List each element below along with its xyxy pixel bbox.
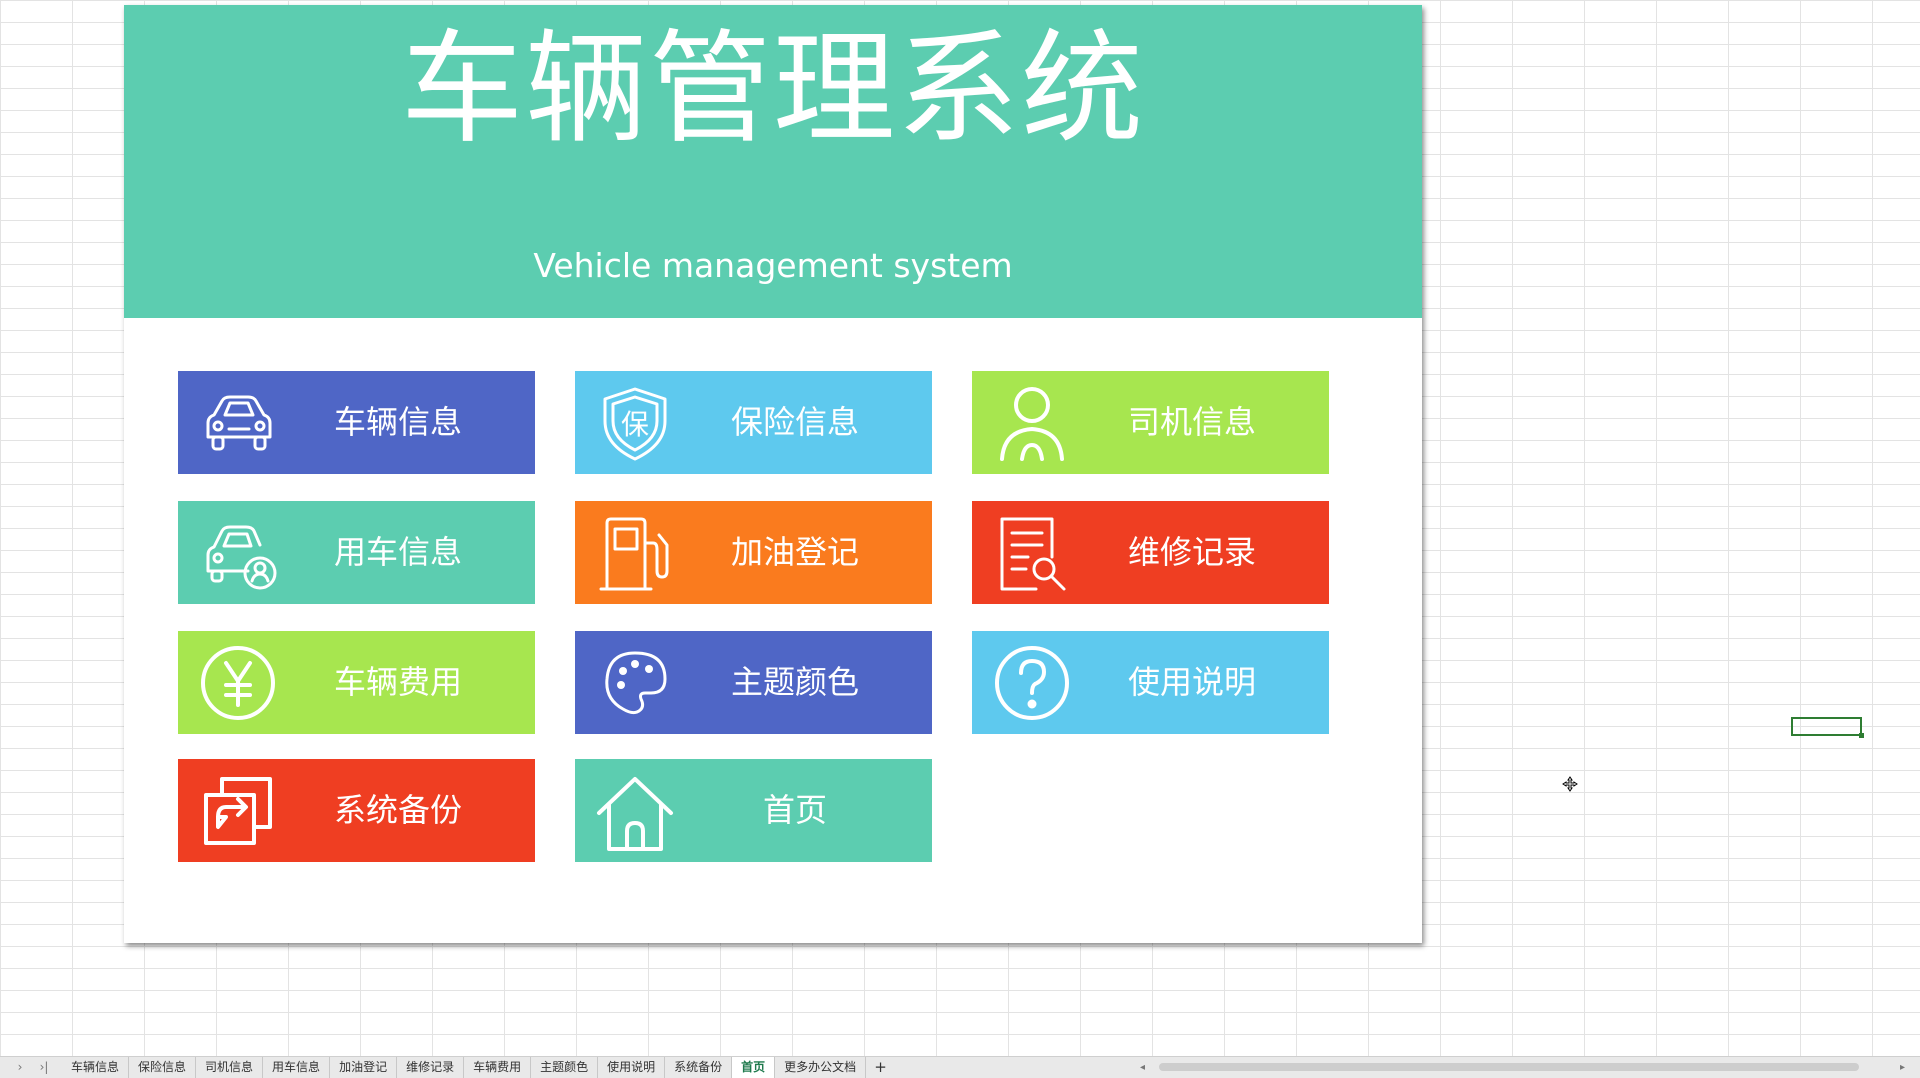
home-icon — [595, 771, 675, 851]
help-question-icon — [992, 643, 1072, 723]
theme-color-button[interactable]: 主题颜色 — [575, 631, 932, 734]
insurance-info-button[interactable]: 保 保险信息 — [575, 371, 932, 474]
svg-text:保: 保 — [621, 408, 649, 441]
sheet-tab[interactable]: 首页 — [732, 1057, 776, 1078]
tile-label: 系统备份 — [333, 791, 462, 829]
driver-person-icon — [992, 383, 1072, 463]
tile-label: 车辆信息 — [333, 403, 462, 441]
tile-label: 主题颜色 — [730, 663, 859, 701]
add-sheet-button[interactable]: + — [866, 1057, 895, 1078]
sheet-tab[interactable]: 车辆费用 — [464, 1057, 532, 1078]
sheet-tab[interactable]: 保险信息 — [129, 1057, 197, 1078]
scroll-right-icon[interactable]: ▸ — [1900, 1057, 1905, 1078]
system-backup-button[interactable]: 系统备份 — [178, 759, 535, 862]
backup-icon — [198, 771, 278, 851]
sheet-tabs: 车辆信息 保险信息 司机信息 用车信息 加油登记 维修记录 车辆费用 主题颜色 使用说明 系统备份… — [62, 1057, 895, 1078]
palette-icon — [595, 643, 675, 723]
dashboard-card: 车辆管理系统 Vehicle management system 车辆信息 保 — [124, 5, 1422, 943]
sheet-tab-bar: › ›| 车辆信息 保险信息 司机信息 用车信息 加油登记 维修记录 车辆费用 主题颜色 使用说… — [0, 1056, 1920, 1078]
vehicle-info-button[interactable]: 车辆信息 — [178, 371, 535, 474]
sheet-tab[interactable]: 司机信息 — [196, 1057, 264, 1078]
sheet-tab[interactable]: 用车信息 — [263, 1057, 331, 1078]
driver-info-button[interactable]: 司机信息 — [972, 371, 1329, 474]
tile-label: 首页 — [762, 791, 827, 829]
header-banner: 车辆管理系统 Vehicle management system — [124, 5, 1422, 318]
scroll-left-icon[interactable]: ◂ — [1140, 1057, 1145, 1078]
tile-label: 保险信息 — [730, 403, 859, 441]
sheet-tab[interactable]: 主题颜色 — [531, 1057, 599, 1078]
sheet-tab[interactable]: 维修记录 — [397, 1057, 465, 1078]
sheet-tab[interactable]: 加油登记 — [330, 1057, 398, 1078]
sheet-tab[interactable]: 更多办公文档 — [775, 1057, 867, 1078]
sheet-tab[interactable]: 使用说明 — [598, 1057, 666, 1078]
tile-label: 使用说明 — [1127, 663, 1256, 701]
car-user-icon — [198, 513, 278, 593]
tile-label: 司机信息 — [1127, 403, 1256, 441]
page-title: 车辆管理系统 — [401, 18, 1145, 160]
user-guide-button[interactable]: 使用说明 — [972, 631, 1329, 734]
tile-label: 加油登记 — [730, 533, 859, 571]
next-sheet-icon[interactable]: › — [12, 1057, 28, 1078]
sheet-tab[interactable]: 系统备份 — [665, 1057, 733, 1078]
sheet-tab[interactable]: 车辆信息 — [62, 1057, 130, 1078]
yen-coin-icon — [198, 643, 278, 723]
vehicle-cost-button[interactable]: 车辆费用 — [178, 631, 535, 734]
tile-label: 维修记录 — [1127, 533, 1256, 571]
home-button[interactable]: 首页 — [575, 759, 932, 862]
repair-document-icon — [992, 513, 1072, 593]
insurance-shield-icon: 保 — [595, 383, 675, 463]
last-sheet-icon[interactable]: ›| — [32, 1057, 56, 1078]
horizontal-scrollbar[interactable] — [1159, 1063, 1859, 1071]
fuel-pump-icon — [595, 513, 675, 593]
repair-record-button[interactable]: 维修记录 — [972, 501, 1329, 604]
tile-label: 用车信息 — [333, 533, 462, 571]
page-subtitle: Vehicle management system — [533, 246, 1013, 285]
move-cursor-icon — [1562, 776, 1578, 792]
car-icon — [198, 383, 278, 463]
fuel-register-button[interactable]: 加油登记 — [575, 501, 932, 604]
car-usage-button[interactable]: 用车信息 — [178, 501, 535, 604]
tile-label: 车辆费用 — [333, 663, 462, 701]
selected-cell[interactable] — [1791, 717, 1864, 738]
